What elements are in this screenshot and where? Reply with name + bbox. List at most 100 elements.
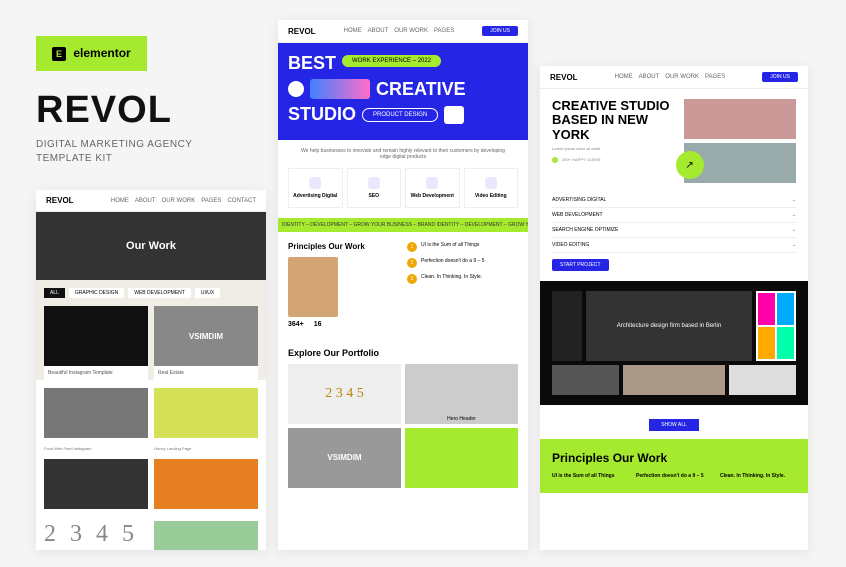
portfolio-card[interactable]: 2 3 4 5 xyxy=(288,364,401,424)
elementor-icon: E xyxy=(52,47,66,61)
mini-icon xyxy=(758,327,775,359)
principles-title: Principles Our Work xyxy=(552,451,796,465)
principle-item: 2 Perfection doesn't do a 9 – 5 xyxy=(407,258,518,268)
join-button[interactable]: JOIN US xyxy=(482,26,518,36)
nav-item[interactable]: HOME xyxy=(344,28,362,34)
hero: CREATIVE STUDIO BASED IN NEW YORK Lorem … xyxy=(540,89,808,193)
tab-web[interactable]: WEB DEVELOPMENT xyxy=(128,288,191,298)
nav-item[interactable]: CONTACT xyxy=(227,198,256,204)
elementor-badge: E elementor xyxy=(36,36,147,71)
nav-item[interactable]: ABOUT xyxy=(639,74,660,80)
portfolio-card[interactable]: Hero Header xyxy=(405,364,518,424)
play-icon[interactable] xyxy=(288,81,304,97)
badge-text: elementor xyxy=(73,46,130,60)
principles-title: Principles Our Work xyxy=(288,242,399,251)
preview-home: REVOL HOME ABOUT OUR WORK PAGES JOIN US … xyxy=(278,20,528,550)
list-item[interactable]: WEB DEVELOPMENT→ xyxy=(552,208,796,223)
num-badge: 3 xyxy=(407,274,417,284)
mini-icon xyxy=(777,327,794,359)
nav-item[interactable]: HOME xyxy=(615,74,633,80)
thumb[interactable] xyxy=(729,365,796,395)
service-icon xyxy=(368,177,380,189)
service-card[interactable]: Video Editing xyxy=(464,168,519,208)
thumb[interactable] xyxy=(552,365,619,395)
hero-word-creative: CREATIVE xyxy=(376,79,466,101)
thumb[interactable] xyxy=(154,459,258,509)
nav-item[interactable]: ABOUT xyxy=(135,198,156,204)
service-list: ADVERTISING DIGITAL→ WEB DEVELOPMENT→ SE… xyxy=(540,193,808,253)
list-item[interactable]: VIDEO EDITING→ xyxy=(552,238,796,253)
list-item[interactable]: SEARCH ENGINE OPTIMIZE→ xyxy=(552,223,796,238)
services-row: Advertising Digital SEO Web Development … xyxy=(278,168,528,208)
nav-item[interactable]: PAGES xyxy=(705,74,725,80)
work-card[interactable]: Beautiful Instagram Template xyxy=(44,306,148,380)
thumb[interactable] xyxy=(623,365,724,395)
thumb[interactable] xyxy=(552,291,582,361)
tab-graphic[interactable]: GRAPHIC DESIGN xyxy=(69,288,124,298)
portfolio-title: Explore Our Portfolio xyxy=(288,348,518,358)
nav[interactable]: HOME ABOUT OUR WORK PAGES xyxy=(344,28,455,34)
portfolio-card[interactable]: VSIMDIM xyxy=(288,428,401,488)
preview-our-work: REVOL HOME ABOUT OUR WORK PAGES CONTACT … xyxy=(36,190,266,550)
logo[interactable]: REVOL xyxy=(46,196,74,205)
thumb[interactable] xyxy=(154,521,258,550)
tab-all[interactable]: ALL xyxy=(44,288,65,298)
nav-item[interactable]: OUR WORK xyxy=(394,28,428,34)
nav-item[interactable]: HOME xyxy=(111,198,129,204)
nav-item[interactable]: ABOUT xyxy=(368,28,389,34)
nav-item[interactable]: OUR WORK xyxy=(162,198,196,204)
service-card[interactable]: Web Development xyxy=(405,168,460,208)
mini-icon xyxy=(758,293,775,325)
product-design-pill[interactable]: PRODUCT DESIGN xyxy=(362,108,438,122)
filter-tabs: ALL GRAPHIC DESIGN WEB DEVELOPMENT UI/UX xyxy=(36,280,266,306)
hero-image xyxy=(684,99,796,139)
hero-sub: Lorem ipsum dolor sit amet xyxy=(552,146,676,151)
thumb[interactable] xyxy=(44,388,148,438)
nav[interactable]: HOME ABOUT OUR WORK PAGES xyxy=(615,74,726,80)
work-image[interactable]: Architecture design firm based in Berlin xyxy=(586,291,752,361)
brand-tagline: DIGITAL MARKETING AGENCY TEMPLATE KIT xyxy=(36,138,236,166)
nav-item[interactable]: OUR WORK xyxy=(665,74,699,80)
thumb[interactable] xyxy=(154,388,258,438)
service-label: SEO xyxy=(350,193,399,199)
principle-heading: UI is the Sum of all Things xyxy=(552,473,628,479)
preview-header: REVOL HOME ABOUT OUR WORK PAGES JOIN US xyxy=(278,20,528,43)
nav[interactable]: HOME ABOUT OUR WORK PAGES CONTACT xyxy=(111,198,256,204)
icon-grid xyxy=(756,291,796,361)
preview-about: REVOL HOME ABOUT OUR WORK PAGES JOIN US … xyxy=(540,66,808,550)
arrow-circle-icon[interactable]: ↗ xyxy=(676,151,704,179)
nav-item[interactable]: PAGES xyxy=(434,28,454,34)
show-all-button[interactable]: SHOW ALL xyxy=(649,419,699,431)
square-icon[interactable] xyxy=(444,106,464,124)
thumb[interactable] xyxy=(44,459,148,509)
hero-title: CREATIVE STUDIO BASED IN NEW YORK xyxy=(552,99,676,142)
principle-col: Clean. In Thinking. In Style. xyxy=(720,473,796,481)
start-project-button[interactable]: START PROJECT xyxy=(552,259,609,271)
service-label: Web Development xyxy=(408,193,457,199)
principle-text: UI is the Sum of all Things xyxy=(421,242,479,252)
nav-item[interactable]: PAGES xyxy=(201,198,221,204)
portfolio-section: Explore Our Portfolio 2 3 4 5 Hero Heade… xyxy=(278,338,528,498)
hero-meta: 200+ HAPPY CLIENT xyxy=(552,157,676,163)
hero-banner: Our Work xyxy=(36,212,266,280)
principle-text: Perfection doesn't do a 9 – 5 xyxy=(421,258,485,268)
hero-word-studio: STUDIO xyxy=(288,104,356,126)
logo[interactable]: REVOL xyxy=(550,73,578,82)
list-item[interactable]: ADVERTISING DIGITAL→ xyxy=(552,193,796,208)
service-card[interactable]: Advertising Digital xyxy=(288,168,343,208)
principle-item: 3Clean. In Thinking. In Style. xyxy=(407,274,518,284)
thumb-caption: Honey Landing Page xyxy=(154,446,258,451)
tab-uiux[interactable]: UI/UX xyxy=(195,288,220,298)
portfolio-card[interactable] xyxy=(405,428,518,488)
principles-block: Principles Our Work UI is the Sum of all… xyxy=(540,439,808,493)
join-button[interactable]: JOIN US xyxy=(762,72,798,82)
preview-header: REVOL HOME ABOUT OUR WORK PAGES CONTACT xyxy=(36,190,266,212)
service-label: Advertising Digital xyxy=(291,193,340,199)
card-image xyxy=(44,306,148,366)
service-card[interactable]: SEO xyxy=(347,168,402,208)
card-image: VSIMDIM xyxy=(154,306,258,366)
work-card[interactable]: VSIMDIM Real Estate xyxy=(154,306,258,380)
num-badge: 2 xyxy=(407,258,417,268)
thumb-caption: Food Web Feed Instagram xyxy=(44,446,148,451)
logo[interactable]: REVOL xyxy=(288,27,316,36)
